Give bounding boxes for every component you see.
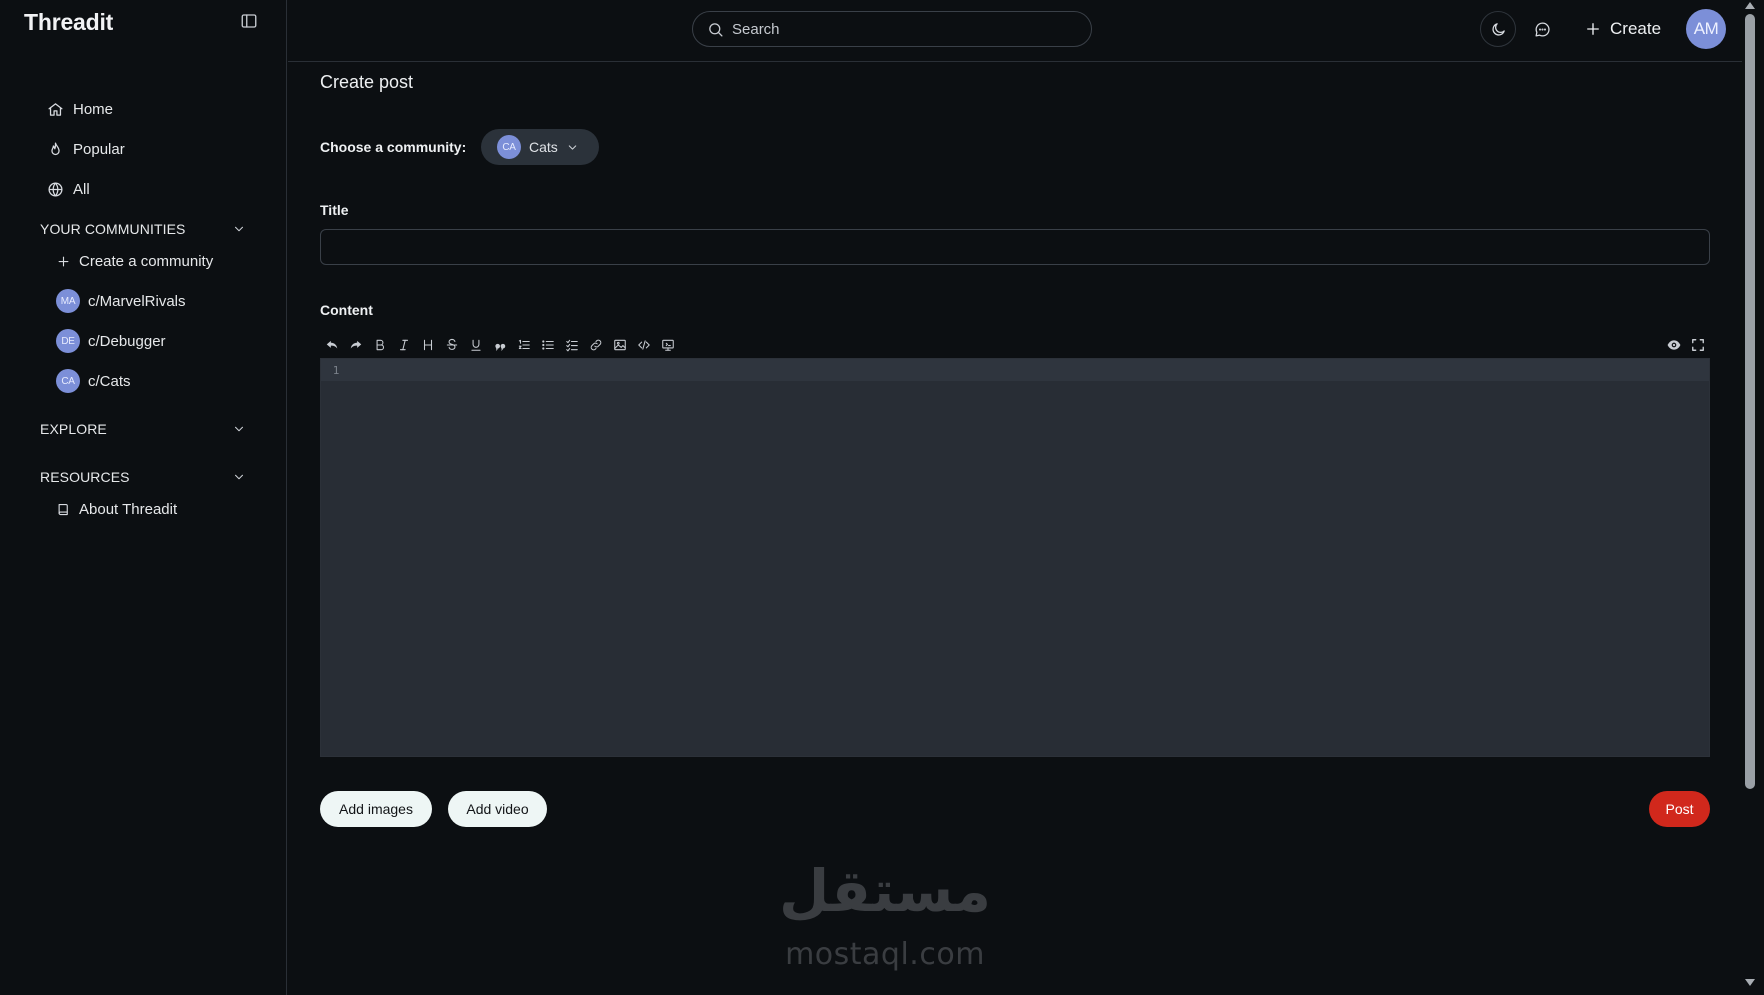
code-icon[interactable]	[632, 333, 656, 357]
scroll-up-arrow-icon[interactable]	[1745, 2, 1755, 9]
community-avatar: DE	[56, 329, 80, 353]
search-box[interactable]	[692, 11, 1092, 47]
add-video-button[interactable]: Add video	[448, 791, 547, 827]
watermark-latin: mostaql.com	[785, 937, 985, 972]
strikethrough-icon[interactable]	[440, 333, 464, 357]
redo-icon[interactable]	[344, 333, 368, 357]
quote-icon[interactable]	[488, 333, 512, 357]
community-avatar: MA	[56, 289, 80, 313]
sidebar: Threadit Home Popular All YOUR COMMUNITI…	[0, 0, 287, 995]
about-label: About Threadit	[79, 500, 178, 518]
sidebar-item-home[interactable]: Home	[47, 97, 113, 121]
eye-icon[interactable]	[1662, 333, 1686, 357]
preview-window-icon[interactable]	[656, 333, 680, 357]
undo-icon[interactable]	[320, 333, 344, 357]
search-input[interactable]	[732, 20, 1062, 38]
community-label: c/Debugger	[88, 332, 166, 350]
globe-icon	[47, 181, 64, 198]
section-resources[interactable]: RESOURCES	[40, 466, 246, 488]
chevron-down-icon	[232, 422, 246, 436]
section-explore[interactable]: EXPLORE	[40, 418, 246, 440]
brand-logo[interactable]: Threadit	[24, 9, 113, 36]
sidebar-item-community[interactable]: MA c/MarvelRivals	[56, 288, 186, 314]
chat-button[interactable]	[1524, 11, 1560, 47]
section-title: EXPLORE	[40, 421, 107, 437]
fullscreen-icon[interactable]	[1686, 333, 1710, 357]
plus-icon	[1584, 20, 1602, 38]
chat-icon	[1534, 21, 1551, 38]
line-number: 1	[332, 363, 340, 377]
scroll-down-arrow-icon[interactable]	[1745, 979, 1755, 986]
post-button[interactable]: Post	[1649, 791, 1710, 827]
user-avatar[interactable]: AM	[1686, 9, 1726, 49]
sidebar-item-label: Popular	[73, 140, 125, 158]
sidebar-item-label: Home	[73, 100, 114, 118]
section-title: YOUR COMMUNITIES	[40, 221, 186, 237]
create-label: Create	[1610, 19, 1662, 38]
watermark-arabic: مستقل	[778, 857, 992, 925]
section-title: RESOURCES	[40, 469, 130, 485]
sidebar-toggle-icon[interactable]	[240, 12, 258, 30]
markdown-editor[interactable]: 1	[320, 358, 1710, 757]
link-icon[interactable]	[584, 333, 608, 357]
top-header: Create AM	[288, 0, 1742, 62]
community-label: Choose a community:	[320, 139, 467, 155]
sidebar-item-popular[interactable]: Popular	[47, 137, 125, 161]
theme-toggle-button[interactable]	[1480, 11, 1516, 47]
community-label: c/Cats	[88, 372, 131, 390]
sidebar-item-label: All	[73, 180, 90, 198]
title-input[interactable]	[320, 229, 1710, 265]
community-label: c/MarvelRivals	[88, 292, 186, 310]
unordered-list-icon[interactable]	[536, 333, 560, 357]
community-avatar: CA	[497, 135, 521, 159]
bold-icon[interactable]	[368, 333, 392, 357]
community-select-value: Cats	[529, 139, 558, 155]
book-icon	[56, 502, 71, 517]
scrollbar-thumb[interactable]	[1745, 14, 1755, 789]
community-select[interactable]: CA Cats	[481, 129, 599, 165]
search-icon	[707, 21, 724, 38]
chevron-down-icon	[232, 470, 246, 484]
sidebar-item-community[interactable]: CA c/Cats	[56, 368, 131, 394]
editor-toolbar	[320, 333, 1710, 357]
sidebar-item-community[interactable]: DE c/Debugger	[56, 328, 166, 354]
page-title: Create post	[320, 72, 414, 92]
ordered-list-icon[interactable]	[512, 333, 536, 357]
create-community-link[interactable]: Create a community	[56, 248, 213, 274]
sidebar-item-all[interactable]: All	[47, 177, 90, 201]
title-label: Title	[320, 202, 349, 218]
editor-line[interactable]: 1	[321, 359, 1709, 381]
plus-icon	[56, 254, 71, 269]
italic-icon[interactable]	[392, 333, 416, 357]
home-icon	[47, 101, 64, 118]
image-icon[interactable]	[608, 333, 632, 357]
create-button[interactable]: Create	[1584, 14, 1661, 44]
content-label: Content	[320, 302, 373, 318]
checklist-icon[interactable]	[560, 333, 584, 357]
heading-icon[interactable]	[416, 333, 440, 357]
chevron-down-icon	[566, 141, 579, 154]
add-images-button[interactable]: Add images	[320, 791, 432, 827]
section-your-communities[interactable]: YOUR COMMUNITIES	[40, 218, 246, 240]
underline-icon[interactable]	[464, 333, 488, 357]
sidebar-item-about[interactable]: About Threadit	[56, 496, 177, 522]
community-avatar: CA	[56, 369, 80, 393]
moon-icon	[1490, 21, 1507, 38]
create-community-label: Create a community	[79, 252, 214, 270]
flame-icon	[47, 141, 64, 158]
chevron-down-icon	[232, 222, 246, 236]
